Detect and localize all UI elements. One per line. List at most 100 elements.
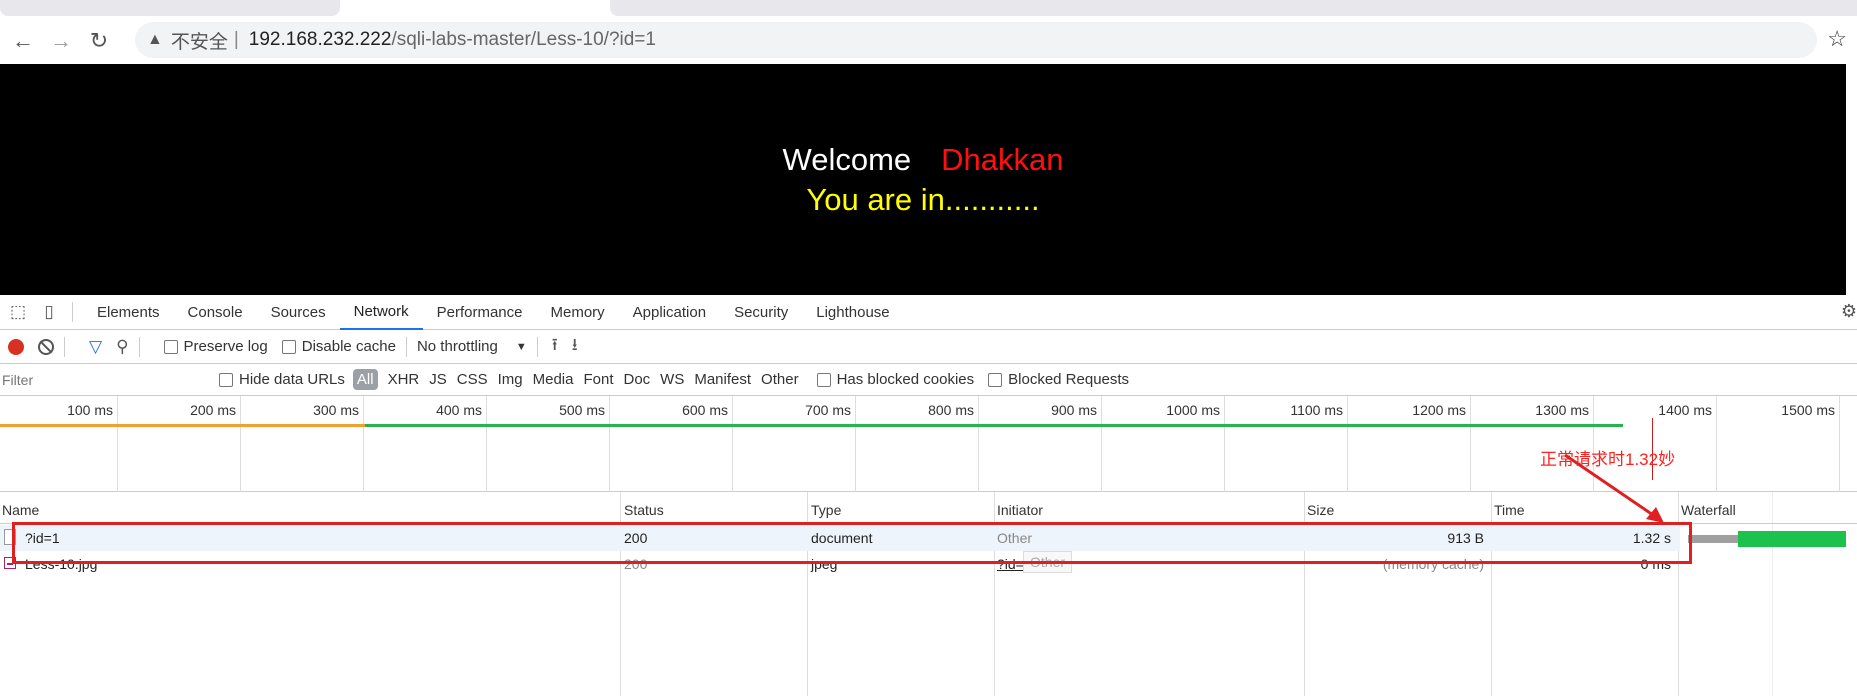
tab-lighthouse[interactable]: Lighthouse xyxy=(802,295,903,330)
preserve-log-checkbox[interactable]: Preserve log xyxy=(163,338,268,355)
divider xyxy=(536,336,538,357)
column-waterfall[interactable]: Waterfall xyxy=(1681,502,1736,518)
reload-icon[interactable]: ↻ xyxy=(84,26,114,56)
forward-icon[interactable]: → xyxy=(46,26,76,56)
filter-type-css[interactable]: CSS xyxy=(457,371,488,388)
filter-input[interactable] xyxy=(2,367,207,392)
column-status[interactable]: Status xyxy=(624,502,664,518)
devtools-panel: ⬚ ▯ Elements Console Sources Network Per… xyxy=(0,295,1857,696)
filter-type-all[interactable]: All xyxy=(352,369,378,390)
waterfall-download-bar xyxy=(1738,531,1846,547)
tick-label: 1500 ms xyxy=(1781,402,1835,418)
checkbox-box[interactable] xyxy=(219,372,233,387)
divider xyxy=(405,336,407,357)
tick-label: 300 ms xyxy=(313,402,359,418)
tab-sources[interactable]: Sources xyxy=(257,295,340,330)
divider xyxy=(72,302,73,322)
device-toolbar-icon[interactable]: ▯ xyxy=(36,299,62,325)
filter-type-other[interactable]: Other xyxy=(761,371,799,388)
filter-type-font[interactable]: Font xyxy=(583,371,613,388)
tick-label: 1100 ms xyxy=(1290,402,1343,418)
throttling-value: No throttling xyxy=(416,338,498,355)
url-separator: | xyxy=(233,29,239,50)
filter-icon[interactable]: ▽ xyxy=(89,337,102,357)
checkbox-box[interactable] xyxy=(988,372,1003,387)
has-blocked-cookies-checkbox[interactable]: Has blocked cookies xyxy=(816,371,975,388)
filter-bar: Hide data URLs All XHR JS CSS Img Media … xyxy=(0,364,1857,396)
filter-type-media[interactable]: Media xyxy=(533,371,574,388)
timeline-tick: 800 ms xyxy=(856,396,979,492)
timeline-tick: 600 ms xyxy=(610,396,733,492)
import-har-icon[interactable]: ⭱ xyxy=(552,332,558,361)
tick-label: 400 ms xyxy=(436,402,482,418)
network-toolbar: ▽ ⚲ Preserve log Disable cache No thrott… xyxy=(0,330,1857,364)
browser-tab[interactable] xyxy=(0,0,340,16)
timeline-tick: 1200 ms xyxy=(1348,396,1471,492)
throttling-select[interactable]: No throttling ▼ xyxy=(417,338,527,355)
column-time[interactable]: Time xyxy=(1494,502,1525,518)
warning-icon[interactable]: ▲ xyxy=(147,31,163,49)
checkbox-box[interactable] xyxy=(163,339,178,354)
tick-label: 1300 ms xyxy=(1535,402,1589,418)
column-initiator[interactable]: Initiator xyxy=(997,502,1043,518)
has-blocked-cookies-label: Has blocked cookies xyxy=(836,371,975,388)
browser-tab-active[interactable] xyxy=(610,0,1857,16)
search-icon[interactable]: ⚲ xyxy=(116,337,128,357)
timeline-tick: 100 ms xyxy=(0,396,118,492)
tab-strip xyxy=(0,0,1857,18)
blocked-requests-checkbox[interactable]: Blocked Requests xyxy=(988,371,1129,388)
timeline-tick: 1500 ms xyxy=(1717,396,1840,492)
tab-memory[interactable]: Memory xyxy=(537,295,619,330)
timeline-bar-waiting xyxy=(0,424,365,427)
clear-icon[interactable] xyxy=(38,338,54,355)
filter-type-doc[interactable]: Doc xyxy=(623,371,650,388)
tab-console[interactable]: Console xyxy=(174,295,257,330)
filter-type-xhr[interactable]: XHR xyxy=(388,371,420,388)
column-size[interactable]: Size xyxy=(1307,502,1334,518)
waterfall-waiting-bar xyxy=(1688,535,1738,543)
column-type[interactable]: Type xyxy=(811,502,841,518)
bookmark-star-icon[interactable]: ☆ xyxy=(1827,26,1847,52)
user-name: Dhakkan xyxy=(941,142,1064,177)
disable-cache-checkbox[interactable]: Disable cache xyxy=(281,338,396,355)
timeline-bar-download xyxy=(365,424,1623,427)
filter-type-ws[interactable]: WS xyxy=(660,371,684,388)
settings-gear-icon[interactable]: ⚙ xyxy=(1841,301,1857,322)
table-header: Name Status Type Initiator Size Time Wat… xyxy=(0,492,1857,524)
filter-type-manifest[interactable]: Manifest xyxy=(694,371,751,388)
disable-cache-label: Disable cache xyxy=(301,338,396,355)
tab-network[interactable]: Network xyxy=(339,295,423,330)
tab-application[interactable]: Application xyxy=(619,295,720,330)
timeline-tick: 300 ms xyxy=(241,396,364,492)
url-host: 192.168.232.222 xyxy=(248,29,392,50)
highlight-box xyxy=(12,522,1692,564)
timeline-tick: 500 ms xyxy=(487,396,610,492)
tick-label: 500 ms xyxy=(559,402,605,418)
record-icon[interactable] xyxy=(8,338,24,355)
filter-type-img[interactable]: Img xyxy=(498,371,523,388)
page-viewport: Welcome Dhakkan You are in........... xyxy=(0,64,1846,295)
hide-data-urls-checkbox[interactable]: Hide data URLs xyxy=(219,371,345,388)
filter-type-js[interactable]: JS xyxy=(429,371,447,388)
tick-label: 900 ms xyxy=(1051,402,1097,418)
column-name[interactable]: Name xyxy=(2,502,39,518)
tick-label: 100 ms xyxy=(67,402,113,418)
tab-security[interactable]: Security xyxy=(720,295,802,330)
divider xyxy=(64,336,65,357)
checkbox-box[interactable] xyxy=(816,372,831,387)
back-icon[interactable]: ← xyxy=(8,26,38,56)
tick-label: 1000 ms xyxy=(1166,402,1220,418)
tick-label: 200 ms xyxy=(190,402,236,418)
checkbox-box[interactable] xyxy=(281,339,296,354)
insecure-label: 不安全 xyxy=(170,31,228,53)
url-bar[interactable]: ▲ 不安全 | 192.168.232.222 /sqli-labs-maste… xyxy=(135,22,1817,58)
tab-performance[interactable]: Performance xyxy=(423,295,537,330)
url-path: /sqli-labs-master/Less-10/?id=1 xyxy=(391,29,656,50)
timeline-tick: 400 ms xyxy=(364,396,487,492)
status-message: You are in........... xyxy=(806,182,1040,217)
timeline-tick: 1100 ms xyxy=(1225,396,1348,492)
tab-elements[interactable]: Elements xyxy=(83,295,174,330)
export-har-icon[interactable]: ⭳ xyxy=(572,332,578,361)
preserve-log-label: Preserve log xyxy=(183,338,268,355)
inspect-element-icon[interactable]: ⬚ xyxy=(5,299,31,325)
